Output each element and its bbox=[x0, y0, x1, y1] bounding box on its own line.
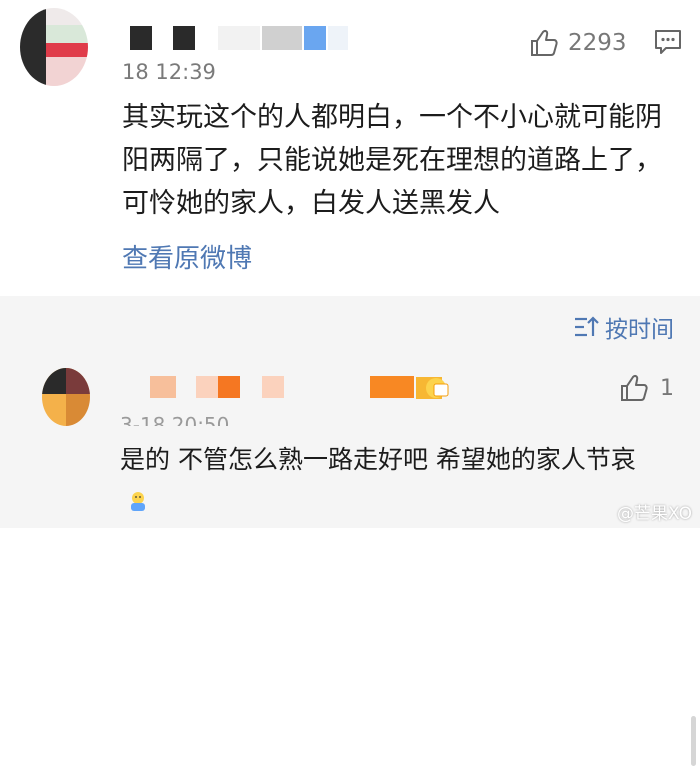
username-mask bbox=[173, 26, 195, 50]
watermark: @芒果XO bbox=[617, 504, 692, 524]
reply-body-text: 是的 不管怎么熟一路走好吧 希望她的家人节哀 bbox=[120, 445, 636, 474]
thumbs-up-icon bbox=[531, 30, 558, 56]
view-original-link[interactable]: 查看原微博 bbox=[122, 238, 252, 275]
reply-like-button[interactable]: 1 bbox=[618, 372, 674, 404]
username-mask bbox=[150, 376, 176, 398]
username-mask bbox=[218, 26, 260, 50]
username-mask bbox=[328, 26, 348, 50]
username-mask bbox=[304, 26, 326, 50]
sort-by-time-button[interactable]: 按时间 bbox=[573, 310, 674, 344]
comment-icon[interactable] bbox=[653, 28, 683, 56]
emoji-icon bbox=[416, 377, 449, 399]
username-mask bbox=[262, 26, 302, 50]
sort-icon bbox=[575, 316, 599, 337]
like-count: 1 bbox=[660, 375, 674, 401]
username-mask bbox=[196, 376, 220, 398]
sort-bar: 按时间 bbox=[0, 296, 700, 354]
username-mask bbox=[370, 376, 414, 398]
reply-body: 是的 不管怎么熟一路走好吧 希望她的家人节哀 bbox=[120, 440, 660, 520]
comment-body: 其实玩这个的人都明白，一个不小心就可能阴阳两隔了，只能说她是死在理想的道路上了，… bbox=[122, 102, 662, 219]
reply-card: 3-18 20:50 1 是的 不管怎么熟一路走好吧 希望她的家人节哀 bbox=[0, 354, 700, 766]
avatar[interactable] bbox=[42, 368, 90, 426]
avatar[interactable] bbox=[20, 8, 88, 86]
praying-emoji-icon bbox=[131, 492, 145, 511]
reply-time: 3-18 20:50 bbox=[120, 413, 230, 426]
like-count: 2293 bbox=[568, 30, 627, 56]
comment-card: 18 12:39 2293 其实玩这个的人都明白，一个不小心就可能阴阳两隔了，只… bbox=[0, 0, 700, 296]
comment-time: 18 12:39 bbox=[122, 60, 216, 84]
scrollbar[interactable] bbox=[691, 716, 696, 766]
sort-label: 按时间 bbox=[605, 317, 674, 343]
username-mask bbox=[262, 376, 284, 398]
username-mask bbox=[218, 376, 240, 398]
like-button[interactable]: 2293 bbox=[528, 26, 627, 60]
username-mask bbox=[130, 26, 152, 50]
thumbs-up-icon bbox=[621, 375, 648, 401]
